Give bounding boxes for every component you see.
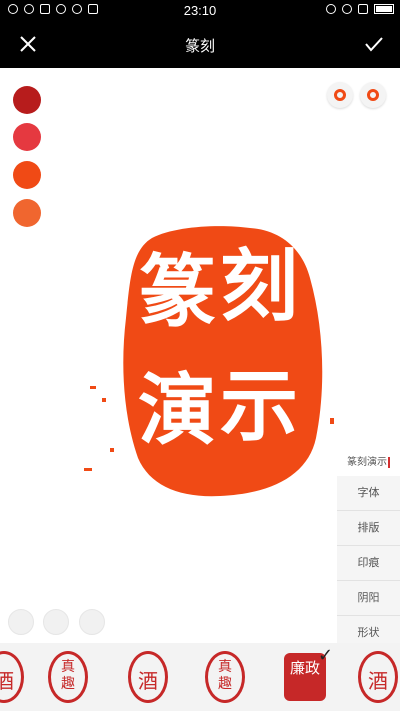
style-toggle-button[interactable] xyxy=(360,82,386,108)
selected-check-icon: ✓ xyxy=(318,645,334,666)
confirm-check-icon[interactable] xyxy=(360,30,388,58)
title-bar: 篆刻 xyxy=(0,22,400,68)
wifi-icon xyxy=(358,4,368,14)
bluetooth-icon xyxy=(342,4,352,14)
battery-icon xyxy=(374,4,394,14)
close-icon[interactable] xyxy=(14,30,42,58)
tool-button[interactable] xyxy=(79,609,105,635)
color-swatch-red[interactable] xyxy=(13,123,41,151)
template-strip: 酒 真趣 酒 真趣 廉政 ✓ 酒 xyxy=(0,643,400,711)
tool-button[interactable] xyxy=(8,609,34,635)
text-preview-value: 篆刻演示 xyxy=(347,457,387,468)
seal-stamp[interactable]: 刻 篆 示 演 xyxy=(80,218,340,498)
template-text: 真趣 xyxy=(218,659,232,692)
options-menu: 字体 排版 印痕 阴阳 形状 xyxy=(337,476,400,651)
seal-character: 篆 xyxy=(138,247,217,338)
alarm-icon xyxy=(326,4,336,14)
color-swatch-orange-red[interactable] xyxy=(13,161,41,189)
template-text: 廉政 xyxy=(289,659,320,677)
template-thumb[interactable]: 酒 xyxy=(122,651,174,703)
color-swatch-orange[interactable] xyxy=(13,199,41,227)
template-text: 真趣 xyxy=(61,659,75,692)
menu-item-layout[interactable]: 排版 xyxy=(337,511,400,546)
text-preview[interactable]: 篆刻演示 xyxy=(347,453,390,468)
style-toggle-button[interactable] xyxy=(327,82,353,108)
text-cursor xyxy=(388,456,390,468)
status-bar: 23:10 xyxy=(0,0,400,22)
menu-item-yin-yang[interactable]: 阴阳 xyxy=(337,581,400,616)
menu-item-font[interactable]: 字体 xyxy=(337,476,400,511)
template-text: 酒 xyxy=(368,669,388,693)
page-title: 篆刻 xyxy=(184,37,215,55)
seal-character: 示 xyxy=(220,361,299,452)
template-thumb[interactable]: 真趣 xyxy=(42,651,94,703)
template-thumb[interactable]: 酒 xyxy=(352,651,400,703)
template-thumb[interactable]: 酒 xyxy=(0,651,30,703)
color-swatch-dark-red[interactable] xyxy=(13,86,41,114)
template-text: 酒 xyxy=(0,669,14,693)
menu-item-imprint[interactable]: 印痕 xyxy=(337,546,400,581)
seal-character: 刻 xyxy=(220,241,299,332)
system-icons xyxy=(326,4,394,14)
template-thumb[interactable]: 真趣 xyxy=(199,651,251,703)
seal-canvas[interactable]: 刻 篆 示 演 篆刻演示 字体 排版 印痕 阴阳 形状 xyxy=(0,68,400,651)
template-text: 酒 xyxy=(138,669,158,693)
tool-button[interactable] xyxy=(43,609,69,635)
seal-character: 演 xyxy=(138,365,217,456)
